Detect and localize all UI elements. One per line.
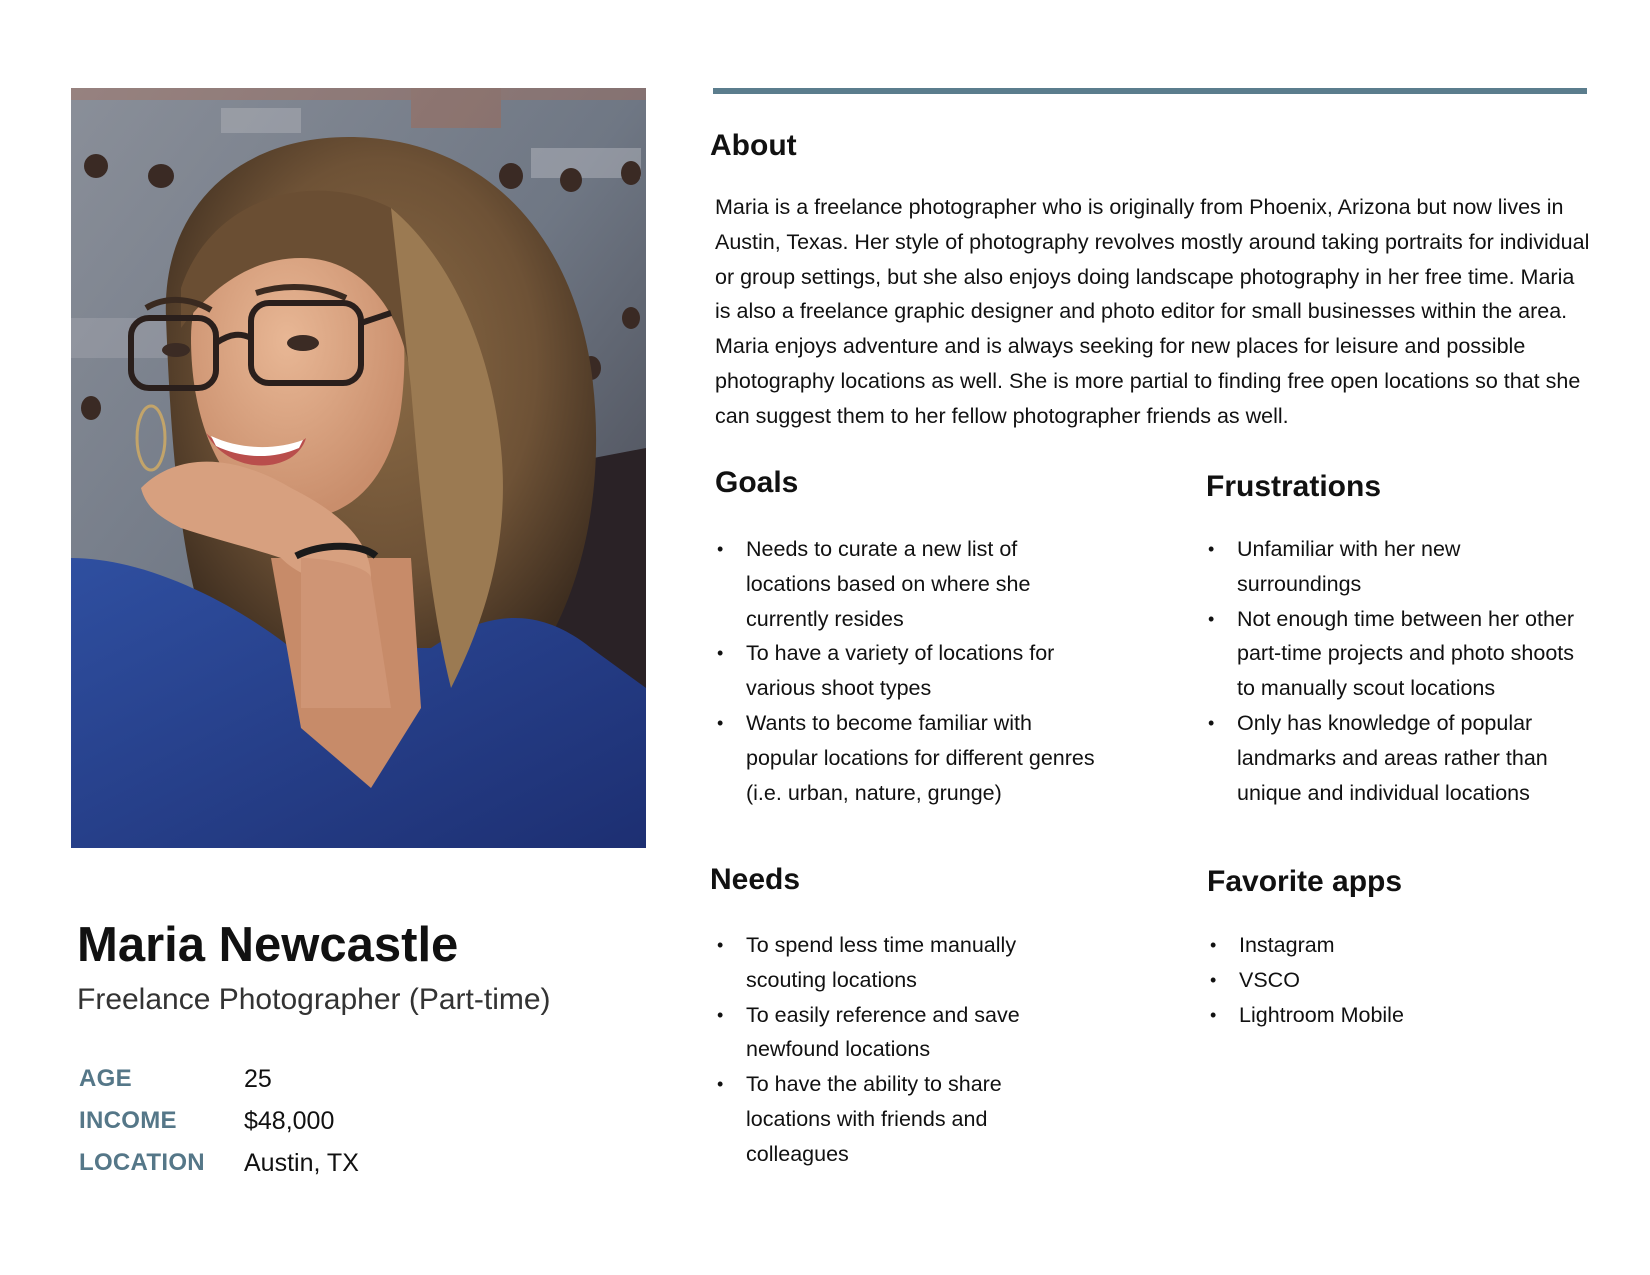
list-item: Not enough time between her other part-t…	[1206, 602, 1586, 706]
list-item: Wants to become familiar with popular lo…	[715, 706, 1095, 810]
stat-label: AGE	[79, 1065, 132, 1092]
goals-title: Goals	[715, 466, 799, 499]
about-title: About	[710, 129, 797, 162]
list-item: Only has knowledge of popular landmarks …	[1206, 706, 1586, 810]
list-item: To have a variety of locations for vario…	[715, 636, 1095, 706]
stat-row-income: INCOME $48,000	[79, 1100, 499, 1142]
frustrations-title: Frustrations	[1206, 470, 1382, 503]
stat-row-location: LOCATION Austin, TX	[79, 1142, 499, 1184]
favorite-apps-title: Favorite apps	[1207, 865, 1403, 898]
about-text: Maria is a freelance photographer who is…	[715, 195, 1590, 428]
favorite-apps-list: Instagram VSCO Lightroom Mobile	[1208, 928, 1568, 1032]
stat-label: LOCATION	[79, 1149, 205, 1176]
stat-label: INCOME	[79, 1107, 177, 1134]
stat-row-age: AGE 25	[79, 1058, 499, 1100]
persona-role: Freelance Photographer (Part-time)	[77, 983, 551, 1016]
persona-name: Maria Newcastle	[77, 918, 459, 972]
list-item: To have the ability to share locations w…	[715, 1067, 1055, 1171]
list-item: Lightroom Mobile	[1208, 998, 1568, 1033]
stat-value: 25	[244, 1064, 272, 1093]
list-item: Needs to curate a new list of locations …	[715, 532, 1095, 636]
accent-rule	[713, 88, 1587, 94]
persona-stats: AGE 25 INCOME $48,000 LOCATION Austin, T…	[79, 1058, 499, 1184]
portrait-image	[71, 88, 646, 848]
needs-list: To spend less time manually scouting loc…	[715, 928, 1055, 1172]
needs-title: Needs	[710, 863, 801, 896]
goals-list: Needs to curate a new list of locations …	[715, 532, 1095, 810]
stat-value: $48,000	[244, 1106, 335, 1135]
list-item: To easily reference and save newfound lo…	[715, 998, 1055, 1068]
list-item: Unfamiliar with her new surroundings	[1206, 532, 1586, 602]
list-item: To spend less time manually scouting loc…	[715, 928, 1055, 998]
frustrations-list: Unfamiliar with her new surroundings Not…	[1206, 532, 1586, 810]
list-item: VSCO	[1208, 963, 1568, 998]
list-item: Instagram	[1208, 928, 1568, 963]
persona-photo	[71, 88, 646, 848]
stat-value: Austin, TX	[244, 1148, 359, 1177]
